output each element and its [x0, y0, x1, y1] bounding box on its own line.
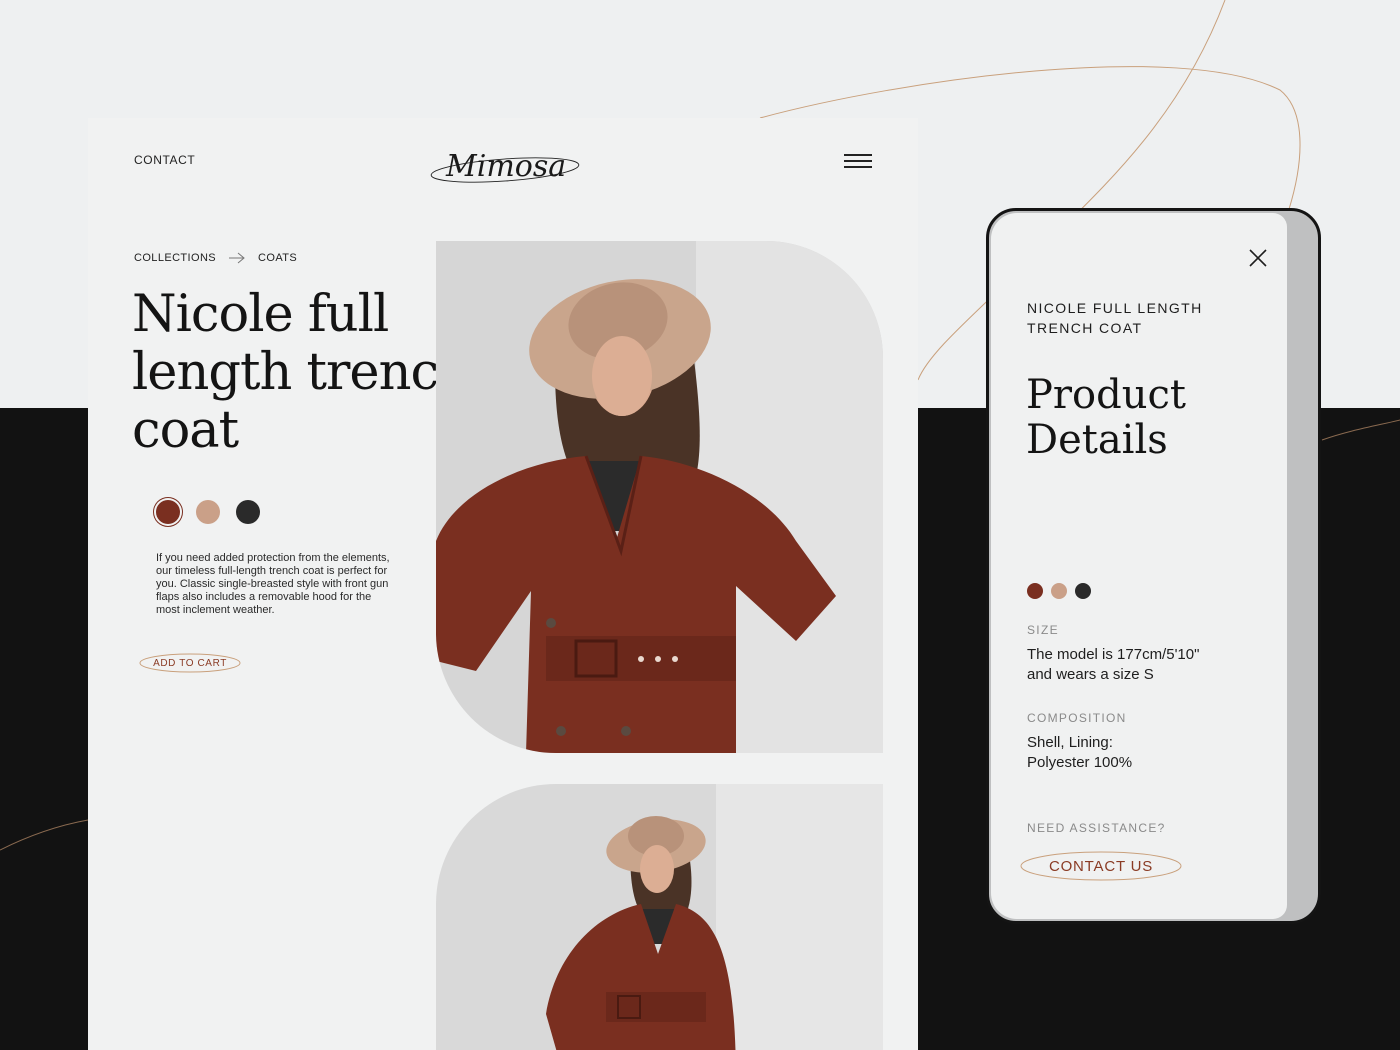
contact-us-label: CONTACT US — [1048, 857, 1154, 875]
size-value-line2: and wears a size S — [1027, 666, 1154, 683]
swatch-brown[interactable] — [156, 500, 180, 524]
mobile-product-name-line2: TRENCH COAT — [1027, 320, 1143, 336]
close-icon[interactable] — [1247, 247, 1269, 269]
add-to-cart-button[interactable]: ADD TO CART — [138, 651, 242, 675]
mobile-color-swatches — [1027, 583, 1099, 599]
mobile-product-details-panel: NICOLE FULL LENGTH TRENCH COAT Product D… — [991, 213, 1287, 919]
composition-value-line2: Polyester 100% — [1027, 754, 1133, 771]
add-to-cart-label: ADD TO CART — [153, 657, 227, 669]
mobile-section-title: Product Details — [1026, 373, 1226, 463]
product-description: If you need added protection from the el… — [156, 552, 390, 616]
arrow-right-icon — [229, 252, 245, 264]
desktop-page: CONTACT Mimosa COLLECTIONS COATS Nicole … — [88, 118, 918, 1050]
logo-text: Mimosa — [445, 149, 566, 184]
color-swatches — [156, 500, 276, 524]
mobile-product-name: NICOLE FULL LENGTH TRENCH COAT — [1027, 298, 1257, 338]
need-assistance-label: NEED ASSISTANCE? — [1027, 821, 1166, 835]
size-label: SIZE — [1027, 623, 1059, 637]
swatch-brown[interactable] — [1027, 583, 1043, 599]
mobile-title-line1: Product — [1026, 372, 1186, 418]
nav-contact-link[interactable]: CONTACT — [134, 153, 195, 167]
mobile-device: NICOLE FULL LENGTH TRENCH COAT Product D… — [986, 208, 1321, 924]
swatch-black[interactable] — [236, 500, 260, 524]
contact-us-button[interactable]: CONTACT US — [1019, 849, 1183, 883]
mobile-product-name-line1: NICOLE FULL LENGTH — [1027, 300, 1203, 316]
composition-value: Shell, Lining: Polyester 100% — [1027, 733, 1257, 773]
swatch-beige[interactable] — [196, 500, 220, 524]
mobile-title-line2: Details — [1026, 417, 1168, 463]
breadcrumb: COLLECTIONS COATS — [134, 252, 297, 264]
size-value-line1: The model is 177cm/5'10" — [1027, 646, 1200, 663]
mimosa-logo[interactable]: Mimosa — [428, 136, 583, 196]
composition-value-line1: Shell, Lining: — [1027, 734, 1113, 751]
product-photo-secondary — [436, 784, 883, 1050]
breadcrumb-collections[interactable]: COLLECTIONS — [134, 252, 216, 264]
composition-label: COMPOSITION — [1027, 711, 1127, 725]
product-photo-main — [436, 241, 883, 753]
menu-hamburger-icon[interactable] — [844, 154, 872, 168]
breadcrumb-coats[interactable]: COATS — [258, 252, 297, 264]
swatch-beige[interactable] — [1051, 583, 1067, 599]
swatch-black[interactable] — [1075, 583, 1091, 599]
size-value: The model is 177cm/5'10" and wears a siz… — [1027, 645, 1257, 685]
